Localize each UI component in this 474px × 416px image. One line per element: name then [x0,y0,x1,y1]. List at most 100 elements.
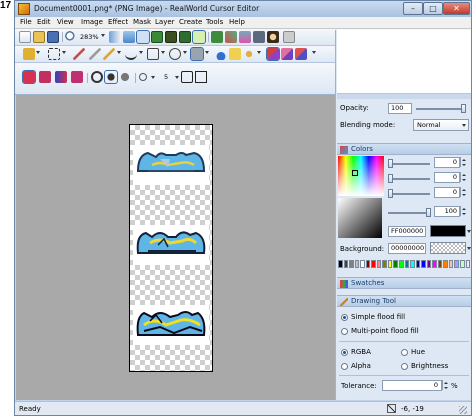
background-swatch[interactable] [430,242,466,254]
palette-swatch[interactable] [448,260,454,268]
settings-icon[interactable] [283,31,295,43]
hue-spectrum[interactable] [338,156,384,196]
swatches-section-header[interactable]: Swatches [337,277,471,289]
blue-slider[interactable] [388,193,430,195]
red-slider-thumb[interactable] [388,159,393,168]
palette-swatch[interactable] [399,260,404,268]
line-icon[interactable] [89,48,101,60]
minimize-button[interactable]: – [403,2,423,15]
antialias-on-icon[interactable] [104,70,118,84]
brush-dropdown-icon[interactable] [117,51,121,54]
menu-effect[interactable]: Effect [108,18,128,26]
alpha-slider-thumb[interactable] [426,208,431,217]
zoom-in-icon[interactable] [109,31,121,43]
blend-mode-c-icon[interactable] [295,48,307,60]
actual-size-icon[interactable] [136,30,150,44]
drawing-tool-section-header[interactable]: Drawing Tool [337,295,471,307]
mode-alpha-radio[interactable] [341,362,348,370]
palette-swatch[interactable] [465,260,471,268]
hex-color-input[interactable]: FF000000 [388,226,426,237]
new-file-icon[interactable] [19,31,31,43]
multi-point-flood-fill-radio[interactable] [341,327,348,335]
green-spinner[interactable] [460,172,466,182]
curve-icon[interactable] [125,48,137,60]
mode-rgba-option[interactable]: RGBA [341,348,371,356]
palette-swatch[interactable] [432,260,437,268]
palette-swatch[interactable] [376,260,382,268]
simple-flood-fill-radio[interactable] [341,313,348,321]
simple-flood-fill-option[interactable]: Simple flood fill [341,313,405,321]
selection-icon[interactable] [48,48,60,60]
palette-swatch[interactable] [404,260,410,268]
palette-swatch[interactable] [454,260,460,268]
wand-icon[interactable] [239,31,251,43]
blend-mode-a-icon[interactable] [266,47,280,61]
menu-view[interactable]: View [57,18,74,26]
menu-tools[interactable]: Tools [206,18,223,26]
tolerance-input[interactable]: 0 [382,380,442,391]
effect-icon[interactable] [225,31,237,43]
brush-size-value[interactable]: 5 [164,73,168,81]
rectangle-icon[interactable] [147,48,159,60]
palette-swatch[interactable] [382,260,387,268]
opacity-slider[interactable] [416,108,466,110]
foreground-dropdown-icon[interactable] [467,230,471,233]
palette-swatch[interactable] [443,260,448,268]
green-slider[interactable] [388,178,430,180]
ellipse-icon[interactable] [169,48,181,60]
palette-swatch[interactable] [410,260,415,268]
menu-create[interactable]: Create [179,18,202,26]
palette-swatch[interactable] [343,260,349,268]
blue-value[interactable]: 0 [434,187,460,198]
colors-section-header[interactable]: Colors [337,143,471,155]
zoom-dropdown-icon[interactable] [101,34,105,37]
curve-dropdown-icon[interactable] [139,51,143,54]
tolerance-spinner[interactable] [442,380,448,390]
blending-mode-select[interactable]: Normal [413,119,469,131]
menu-layer[interactable]: Layer [155,18,175,26]
panel-splitter[interactable] [337,94,471,99]
text-icon[interactable] [229,48,241,60]
palette-swatch[interactable] [421,260,426,268]
zoom-value[interactable]: 283% [80,33,99,41]
green-value[interactable]: 0 [434,172,460,183]
opacity-slider-thumb[interactable] [461,104,466,113]
stamp-icon[interactable] [243,48,255,60]
palette-swatch[interactable] [415,260,421,268]
background-color-input[interactable]: 00000000 [388,243,426,254]
blend-mode-b-icon[interactable] [281,48,293,60]
user-icon[interactable] [267,31,279,43]
blend-dropdown-icon[interactable] [312,51,316,54]
brush-shape-dropdown-icon[interactable] [151,76,155,79]
selection-dropdown-icon[interactable] [62,51,66,54]
brush-size-dropdown-icon[interactable] [175,76,179,79]
brightness-gradient[interactable] [338,198,382,238]
color-cursor[interactable] [352,170,358,176]
title-bar[interactable]: Document0001.png* (PNG Image) - RealWorl… [15,1,471,17]
canvas-area[interactable] [16,95,335,400]
soft-edge-icon[interactable] [119,71,131,83]
fill-style-pattern-icon[interactable] [71,71,83,83]
fill-style-gradient-icon[interactable] [55,71,67,83]
play-icon[interactable] [211,31,223,43]
menu-image[interactable]: Image [81,18,103,26]
opacity-input[interactable]: 100 [388,103,412,114]
rect-outline-icon[interactable] [181,71,193,83]
brush-icon[interactable] [103,48,115,60]
pointer-dropdown-icon[interactable] [36,51,40,54]
close-button[interactable]: ✕ [443,2,470,15]
fill-style-outline-icon[interactable] [39,71,51,83]
red-value[interactable]: 0 [434,157,460,168]
menu-file[interactable]: File [20,18,32,26]
fill-dropdown-icon[interactable] [205,51,209,54]
blue-slider-thumb[interactable] [388,189,393,198]
mode-alpha-option[interactable]: Alpha [341,362,371,370]
resize-grip-icon[interactable] [459,406,467,414]
alpha-slider[interactable] [388,212,430,214]
rect-outline-alt-icon[interactable] [195,71,207,83]
rectangle-dropdown-icon[interactable] [161,51,165,54]
fill-style-solid-icon[interactable] [22,70,36,84]
menu-mask[interactable]: Mask [133,18,151,26]
layer-icon[interactable] [179,31,191,43]
brush-shape-icon[interactable] [139,73,147,81]
